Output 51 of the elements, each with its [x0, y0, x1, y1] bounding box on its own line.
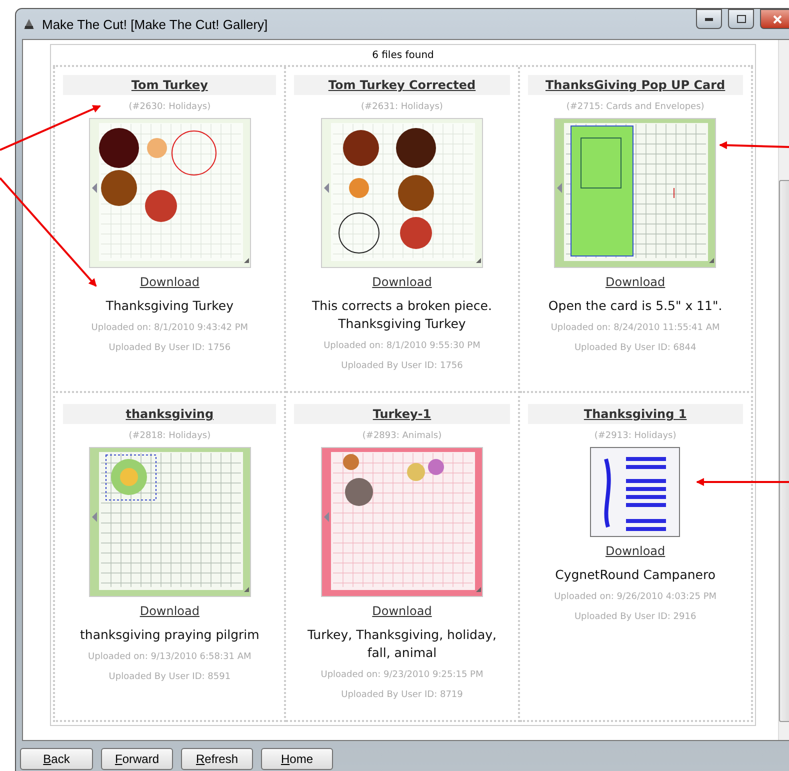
file-description: Open the card is 5.5" x 11". [548, 297, 722, 315]
file-title-link[interactable]: thanksgiving [63, 404, 276, 424]
download-link[interactable]: Download [372, 275, 432, 289]
file-title-link[interactable]: Turkey-1 [294, 404, 510, 424]
upload-date: Uploaded on: 8/24/2010 11:55:41 AM [550, 323, 720, 333]
window-title: Make The Cut! [Make The Cut! Gallery] [42, 16, 269, 32]
upload-date: Uploaded on: 8/1/2010 9:43:42 PM [91, 323, 248, 333]
uploader-id: Uploaded By User ID: 2916 [574, 612, 696, 622]
upload-date: Uploaded on: 9/26/2010 4:03:25 PM [554, 592, 717, 602]
download-link[interactable]: Download [140, 275, 200, 289]
file-description: thanksgiving praying pilgrim [80, 626, 260, 644]
app-icon [22, 17, 36, 31]
file-title-link[interactable]: Thanksgiving 1 [528, 404, 743, 424]
download-link[interactable]: Download [140, 604, 200, 618]
upload-date: Uploaded on: 8/1/2010 9:55:30 PM [324, 341, 480, 351]
download-link[interactable]: Download [372, 604, 432, 618]
upload-date: Uploaded on: 9/13/2010 6:58:31 AM [88, 652, 252, 662]
file-category: (#2715: Cards and Envelopes) [566, 102, 704, 112]
file-category: (#2893: Animals) [362, 431, 442, 441]
uploader-id: Uploaded By User ID: 1756 [108, 343, 231, 353]
close-button[interactable] [760, 9, 789, 29]
file-title-link[interactable]: Tom Turkey [63, 75, 276, 95]
minimize-icon [705, 18, 713, 20]
file-category: (#2913: Holidays) [594, 431, 676, 441]
uploader-id: Uploaded By User ID: 6844 [574, 343, 696, 353]
nav-button[interactable]: Forward [101, 748, 173, 770]
file-description: CygnetRound Campanero [555, 566, 716, 584]
uploader-id: Uploaded By User ID: 1756 [341, 361, 463, 371]
annotation-arrow [719, 141, 789, 150]
close-icon [772, 14, 782, 24]
upload-date: Uploaded on: 9/23/2010 9:25:15 PM [320, 670, 484, 680]
nav-button[interactable]: Back [20, 748, 93, 770]
nav-button[interactable]: Home [261, 748, 333, 770]
download-link[interactable]: Download [605, 275, 666, 289]
file-category: (#2631: Holidays) [361, 102, 443, 112]
file-title-link[interactable]: ThanksGiving Pop UP Card [528, 75, 743, 95]
file-description: Thanksgiving Turkey [106, 297, 234, 315]
minimize-button[interactable] [696, 9, 722, 29]
uploader-id: Uploaded By User ID: 8719 [341, 690, 463, 700]
file-category: (#2818: Holidays) [128, 431, 211, 441]
nav-button[interactable]: Refresh [181, 748, 253, 770]
file-description: Turkey, Thanksgiving, holiday, fall, animal [306, 626, 498, 662]
uploader-id: Uploaded By User ID: 8591 [108, 672, 231, 682]
scrollbar[interactable] [778, 40, 789, 740]
file-description: This corrects a broken piece. Thanksgiving Turkey [311, 297, 493, 333]
file-title-link[interactable]: Tom Turkey Corrected [294, 75, 510, 95]
files-count: 6 files found [372, 49, 434, 63]
download-link[interactable]: Download [605, 544, 666, 558]
maximize-button[interactable] [728, 9, 754, 29]
file-category: (#2630: Holidays) [128, 102, 211, 112]
maximize-icon [736, 15, 746, 23]
